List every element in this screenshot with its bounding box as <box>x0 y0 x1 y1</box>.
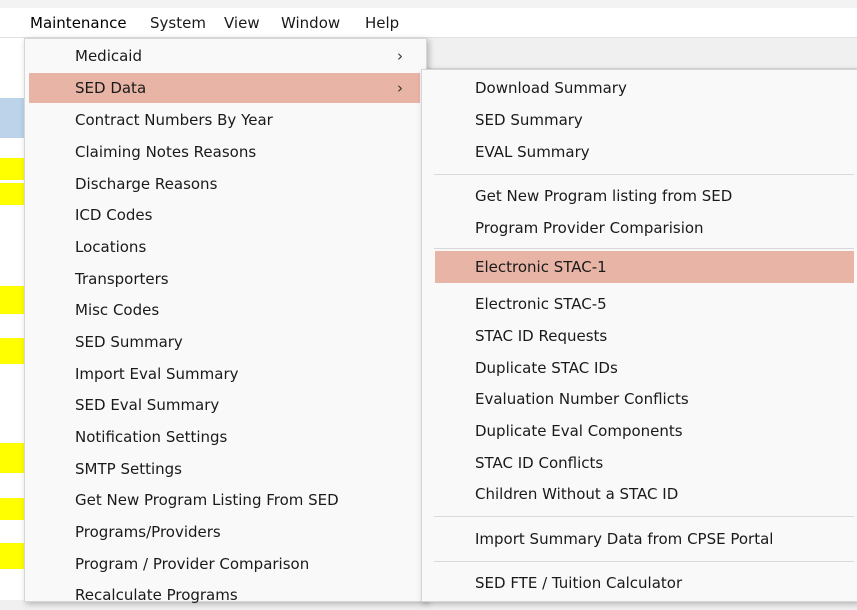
submenu-item-get-new-program-listing[interactable]: Get New Program listing from SED <box>422 181 857 211</box>
menu-item-label: Notification Settings <box>75 428 228 446</box>
chevron-right-icon: › <box>397 79 403 97</box>
menu-item-locations[interactable]: Locations <box>25 232 426 262</box>
background-highlight <box>0 443 24 473</box>
menu-item-label: Get New Program listing from SED <box>475 187 733 205</box>
menu-item-label: STAC ID Requests <box>475 327 608 345</box>
menu-item-label: Locations <box>75 238 147 256</box>
submenu-item-electronic-stac-1[interactable]: Electronic STAC-1 <box>435 251 854 283</box>
menu-item-label: Medicaid <box>75 47 142 65</box>
menu-item-contract-numbers[interactable]: Contract Numbers By Year <box>25 105 426 135</box>
menu-item-label: Electronic STAC-1 <box>475 258 607 276</box>
menu-item-label: Discharge Reasons <box>75 175 218 193</box>
menu-item-claiming-notes-reasons[interactable]: Claiming Notes Reasons <box>25 137 426 167</box>
submenu-item-stac-id-conflicts[interactable]: STAC ID Conflicts <box>422 448 857 478</box>
submenu-item-eval-summary[interactable]: EVAL Summary <box>422 137 857 167</box>
menu-system[interactable]: System <box>150 13 206 33</box>
menu-item-label: Electronic STAC-5 <box>475 295 607 313</box>
menu-item-programs-providers[interactable]: Programs/Providers <box>25 517 426 547</box>
submenu-item-duplicate-eval-components[interactable]: Duplicate Eval Components <box>422 416 857 446</box>
menu-item-label: Duplicate Eval Components <box>475 422 683 440</box>
menu-item-label: Program / Provider Comparison <box>75 555 310 573</box>
menu-separator <box>434 516 854 517</box>
submenu-item-sed-summary[interactable]: SED Summary <box>422 105 857 135</box>
menu-item-label: Misc Codes <box>75 301 160 319</box>
submenu-item-stac-id-requests[interactable]: STAC ID Requests <box>422 321 857 351</box>
menu-item-discharge-reasons[interactable]: Discharge Reasons <box>25 169 426 199</box>
menu-separator <box>434 174 854 175</box>
menu-window[interactable]: Window <box>281 13 340 33</box>
menu-item-notification-settings[interactable]: Notification Settings <box>25 422 426 452</box>
menu-item-sed-eval-summary[interactable]: SED Eval Summary <box>25 390 426 420</box>
background-toolbar <box>420 38 857 69</box>
background-highlight <box>0 158 24 180</box>
menu-item-label: SED Summary <box>75 333 183 351</box>
menu-item-label: Import Summary Data from CPSE Portal <box>475 530 774 548</box>
menu-item-import-eval-summary[interactable]: Import Eval Summary <box>25 359 426 389</box>
submenu-item-download-summary[interactable]: Download Summary <box>422 73 857 103</box>
submenu-item-program-provider-comparision[interactable]: Program Provider Comparision <box>422 213 857 243</box>
menu-item-label: Get New Program Listing From SED <box>75 491 339 509</box>
menu-item-label: SED Data <box>75 79 147 97</box>
chevron-right-icon: › <box>397 47 403 65</box>
menu-item-icd-codes[interactable]: ICD Codes <box>25 200 426 230</box>
menu-item-label: SED Eval Summary <box>75 396 220 414</box>
menu-item-get-new-program-listing[interactable]: Get New Program Listing From SED <box>25 485 426 515</box>
background-window <box>0 38 24 600</box>
menu-item-label: EVAL Summary <box>475 143 590 161</box>
menu-item-label: SED FTE / Tuition Calculator <box>475 574 683 592</box>
submenu-item-import-summary-data[interactable]: Import Summary Data from CPSE Portal <box>422 524 857 554</box>
menu-item-label: Duplicate STAC IDs <box>475 359 618 377</box>
background-highlight <box>0 543 24 569</box>
submenu-item-evaluation-number-conflicts[interactable]: Evaluation Number Conflicts <box>422 384 857 414</box>
menu-item-label: Import Eval Summary <box>75 365 239 383</box>
menu-item-transporters[interactable]: Transporters <box>25 264 426 294</box>
menu-item-sed-data[interactable]: SED Data › <box>29 73 420 103</box>
menu-view[interactable]: View <box>224 13 260 33</box>
menu-item-label: Contract Numbers By Year <box>75 111 273 129</box>
menu-item-label: STAC ID Conflicts <box>475 454 604 472</box>
menu-item-label: Evaluation Number Conflicts <box>475 390 689 408</box>
menu-item-sed-summary[interactable]: SED Summary <box>25 327 426 357</box>
menu-item-recalculate-programs[interactable]: Recalculate Programs <box>25 580 426 610</box>
sed-data-submenu: Download Summary SED Summary EVAL Summar… <box>421 69 857 602</box>
submenu-item-children-without-stac-id[interactable]: Children Without a STAC ID <box>422 479 857 509</box>
menu-maintenance[interactable]: Maintenance <box>30 13 127 33</box>
background-highlight <box>0 286 24 314</box>
menu-item-label: SMTP Settings <box>75 460 182 478</box>
background-selection <box>0 98 24 138</box>
menu-item-label: Program Provider Comparision <box>475 219 704 237</box>
background-highlight <box>0 498 24 520</box>
top-strip <box>0 0 857 8</box>
menu-item-label: Claiming Notes Reasons <box>75 143 257 161</box>
menu-separator <box>434 248 854 249</box>
menu-item-misc-codes[interactable]: Misc Codes <box>25 295 426 325</box>
menu-item-label: Programs/Providers <box>75 523 221 541</box>
maintenance-menu: Medicaid › SED Data › Contract Numbers B… <box>24 38 427 604</box>
menu-item-label: ICD Codes <box>75 206 153 224</box>
background-highlight <box>0 338 24 364</box>
menu-item-program-provider-comparison[interactable]: Program / Provider Comparison <box>25 549 426 579</box>
submenu-item-duplicate-stac-ids[interactable]: Duplicate STAC IDs <box>422 353 857 383</box>
menu-item-medicaid[interactable]: Medicaid › <box>25 41 426 71</box>
submenu-item-sed-fte-tuition-calculator[interactable]: SED FTE / Tuition Calculator <box>422 568 857 598</box>
menu-item-label: Recalculate Programs <box>75 586 238 604</box>
menu-help[interactable]: Help <box>365 13 399 33</box>
menu-item-label: Children Without a STAC ID <box>475 485 679 503</box>
menu-bar: Maintenance System View Window Help <box>0 8 857 38</box>
menu-item-label: Transporters <box>75 270 169 288</box>
menu-item-smtp-settings[interactable]: SMTP Settings <box>25 454 426 484</box>
background-highlight <box>0 183 24 205</box>
menu-separator <box>434 561 854 562</box>
menu-item-label: Download Summary <box>475 79 627 97</box>
menu-item-label: SED Summary <box>475 111 583 129</box>
submenu-item-electronic-stac-5[interactable]: Electronic STAC-5 <box>422 289 857 319</box>
